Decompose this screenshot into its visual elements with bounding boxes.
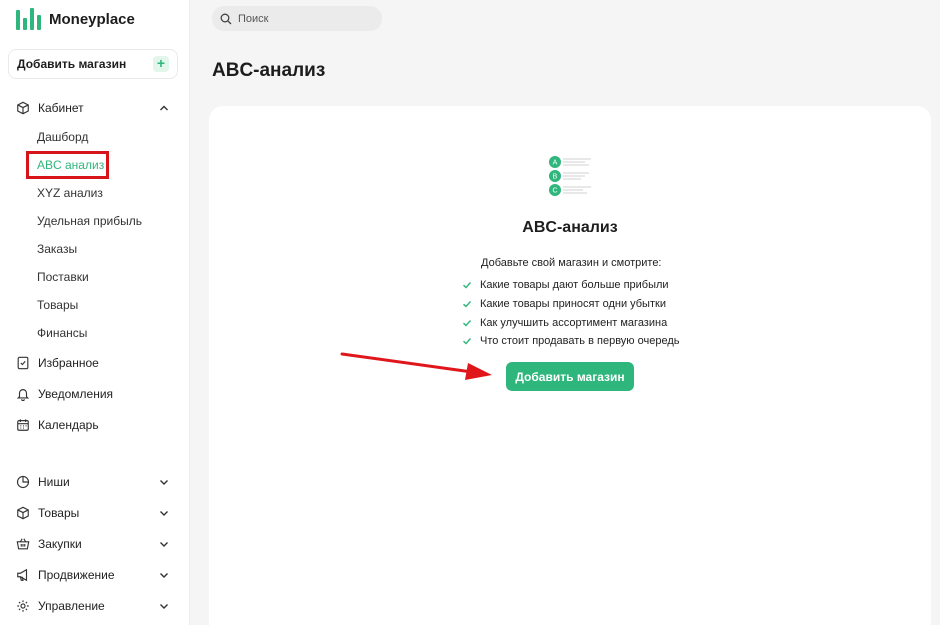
bell-icon — [16, 389, 30, 401]
box-icon — [17, 506, 29, 520]
sidebar-subitem-dashboard[interactable]: Дашборд — [37, 128, 88, 146]
sidebar-item-label: Ниши — [38, 475, 70, 489]
chevron-down-icon[interactable] — [158, 507, 170, 519]
calendar-icon — [17, 419, 29, 431]
sidebar-subitem-finance[interactable]: Финансы — [37, 324, 87, 342]
search-placeholder: Поиск — [238, 12, 269, 25]
logo[interactable]: Moneyplace — [16, 8, 135, 30]
illustration-letter-a: A — [553, 160, 558, 167]
sidebar-add-store-label: Добавить магазин — [17, 57, 127, 71]
sidebar-item-label: Управление — [38, 599, 105, 613]
list-item-text: Что стоит продавать в первую очередь — [480, 335, 680, 348]
megaphone-icon — [17, 568, 28, 582]
bookmark-check-icon — [17, 356, 29, 370]
sidebar-item-favorites[interactable]: Избранное — [16, 353, 99, 373]
list-item-text: Как улучшить ассортимент магазина — [480, 316, 668, 329]
search-bar[interactable]: Поиск — [212, 6, 382, 31]
sidebar: Moneyplace Добавить магазин + Кабинет Да… — [0, 0, 190, 625]
add-store-button[interactable]: Добавить магазин — [506, 362, 634, 391]
check-icon — [463, 282, 472, 289]
empty-state-card: A B C ABC-анализ Добавьте свой магазин и… — [209, 106, 931, 625]
sidebar-subitem-supplies[interactable]: Поставки — [37, 268, 89, 286]
sidebar-subitem-products[interactable]: Товары — [37, 296, 78, 314]
list-item-text: Какие товары приносят одни убытки — [480, 298, 666, 311]
sidebar-item-label: Избранное — [38, 356, 99, 370]
active-item-highlight — [26, 151, 109, 179]
list-item: Как улучшить ассортимент магазина — [462, 313, 679, 332]
list-item-text: Какие товары дают больше прибыли — [480, 279, 669, 292]
page-title: ABC-анализ — [212, 60, 326, 81]
illustration-letter-c: C — [552, 188, 557, 195]
sidebar-item-cabinet[interactable]: Кабинет — [16, 98, 84, 118]
sidebar-item-label: Товары — [38, 506, 80, 520]
annotation-arrow-icon — [340, 352, 492, 380]
sidebar-item-label: Закупки — [38, 537, 82, 551]
pie-chart-icon — [16, 475, 30, 489]
chevron-up-icon[interactable] — [158, 102, 170, 114]
card-title: ABC-анализ — [522, 219, 618, 236]
sidebar-subitem-orders[interactable]: Заказы — [37, 240, 77, 258]
sidebar-item-promotion[interactable]: Продвижение — [16, 565, 115, 585]
sidebar-item-notifications[interactable]: Уведомления — [16, 384, 113, 404]
chevron-down-icon[interactable] — [158, 538, 170, 550]
list-item: Что стоит продавать в первую очередь — [462, 332, 679, 351]
sidebar-item-label: Календарь — [38, 418, 99, 432]
check-icon — [463, 319, 472, 327]
list-item: Какие товары приносят одни убытки — [462, 295, 679, 314]
sidebar-item-label: Уведомления — [38, 387, 114, 401]
check-icon — [463, 338, 472, 345]
search-icon — [220, 13, 232, 24]
card-intro: Добавьте свой магазин и смотрите: — [481, 257, 662, 269]
plus-icon: + — [153, 56, 169, 72]
sidebar-item-label: Кабинет — [38, 101, 84, 115]
box-icon — [17, 101, 29, 115]
sidebar-item-goods[interactable]: Товары — [16, 503, 79, 523]
check-icon — [463, 301, 472, 308]
sidebar-item-purchases[interactable]: Закупки — [16, 534, 82, 554]
chevron-down-icon[interactable] — [158, 600, 170, 612]
sidebar-add-store-button[interactable]: Добавить магазин + — [8, 49, 178, 79]
chevron-down-icon[interactable] — [158, 476, 170, 488]
logo-icon — [16, 8, 41, 30]
list-item: Какие товары дают больше прибыли — [462, 276, 679, 295]
sidebar-item-niches[interactable]: Ниши — [16, 472, 70, 492]
abc-illustration-icon: A B C — [549, 156, 591, 196]
sidebar-item-management[interactable]: Управление — [16, 596, 105, 616]
basket-icon — [16, 538, 30, 550]
app-name: Moneyplace — [49, 10, 135, 28]
illustration-letter-b: B — [553, 174, 558, 181]
sidebar-subitem-xyz[interactable]: XYZ анализ — [37, 184, 103, 202]
gear-icon — [17, 600, 29, 612]
sidebar-item-label: Продвижение — [38, 568, 115, 582]
sidebar-item-calendar[interactable]: Календарь — [16, 415, 99, 435]
sidebar-subitem-unit-profit[interactable]: Удельная прибыль — [37, 212, 142, 230]
chevron-down-icon[interactable] — [158, 569, 170, 581]
benefits-list: Какие товары дают больше прибыли Какие т… — [462, 276, 679, 351]
